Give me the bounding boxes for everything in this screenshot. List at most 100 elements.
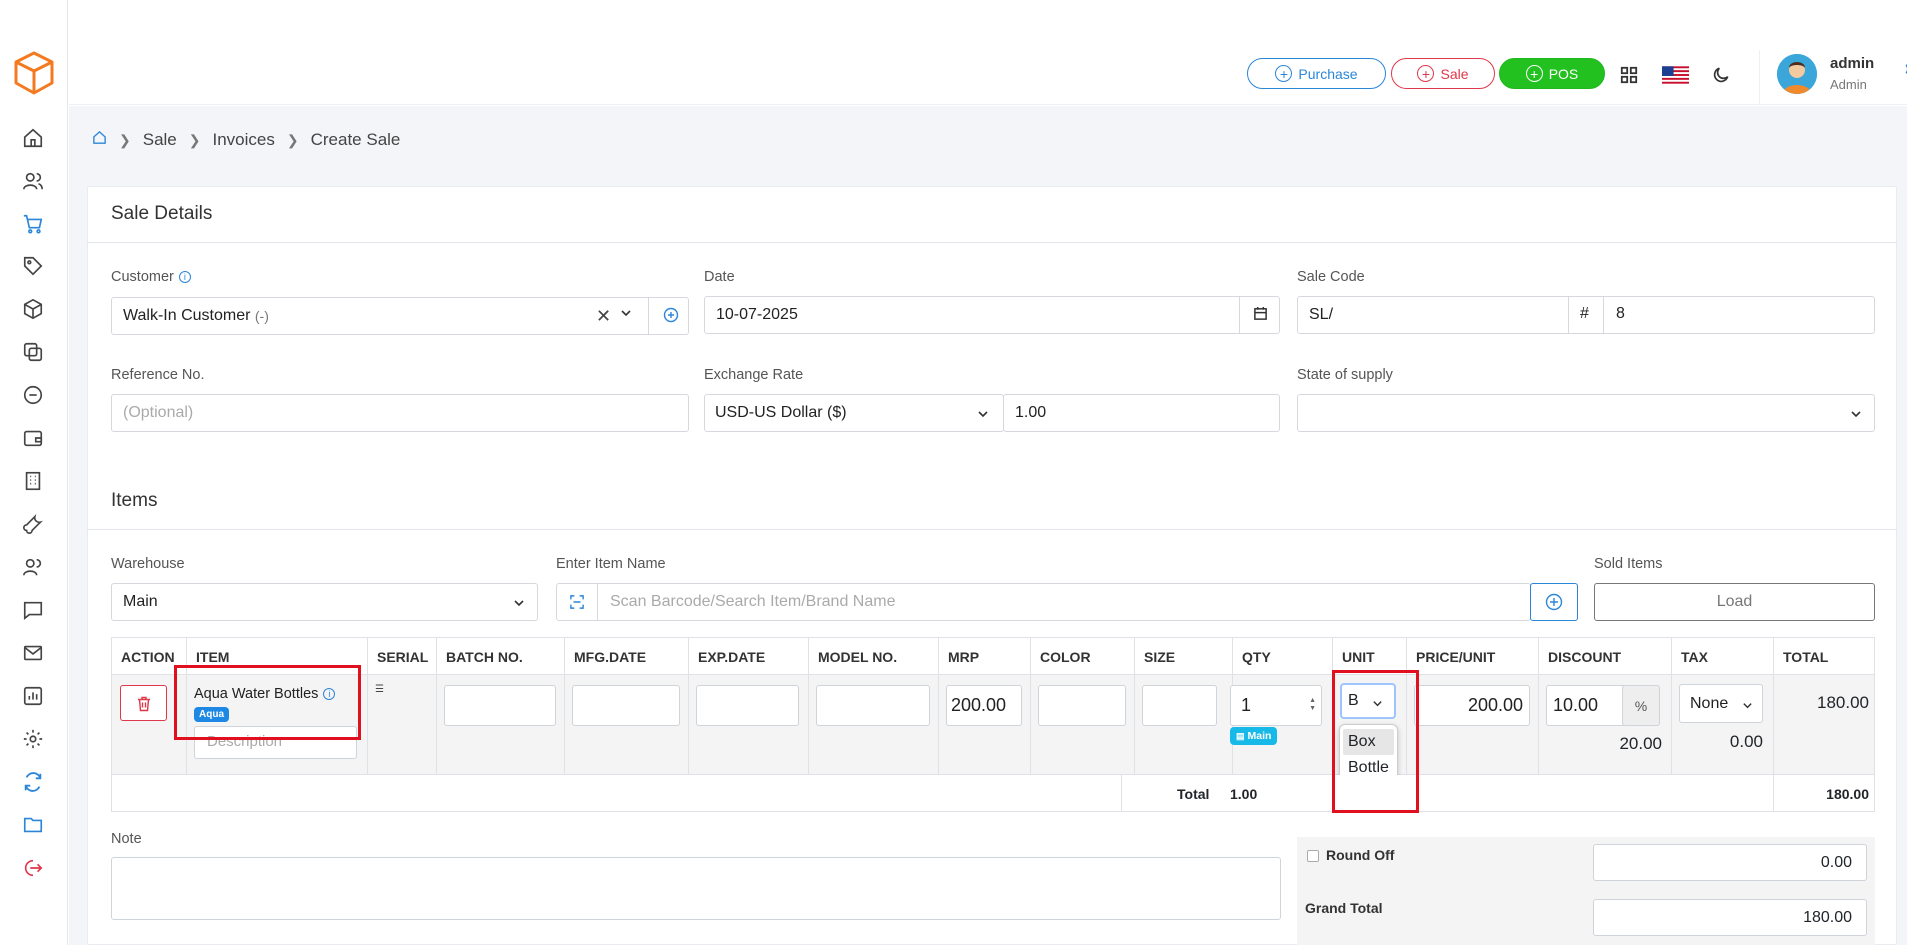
round-off-checkbox[interactable] [1307,850,1319,862]
cart-icon[interactable] [20,211,46,237]
folder-icon[interactable] [20,812,46,838]
col-mfg-date: MFG.DATE [564,638,688,676]
user-menu[interactable]: admin Admin [1759,50,1907,105]
load-button[interactable]: Load [1594,583,1875,621]
model-no-input[interactable] [816,685,930,726]
clear-icon[interactable]: ✕ [596,306,611,327]
discount-input[interactable]: 10.00 [1546,685,1633,726]
stepper-icon[interactable]: ▲ ▼ [1309,697,1316,713]
state-of-supply-select[interactable] [1297,394,1875,432]
plus-circle-icon: + [1417,65,1435,82]
col-qty: QTY [1232,638,1342,676]
chevron-down-icon [513,596,525,614]
round-off-label: Round Off [1326,847,1395,863]
chevron-down-icon[interactable] [620,306,632,324]
reference-input[interactable]: (Optional) [111,394,689,432]
divider [938,675,939,775]
divider [648,298,649,334]
tax-amount: 0.00 [1729,732,1763,751]
sale-code-number[interactable]: 8 [1616,305,1625,323]
chevron-down-icon [1850,407,1862,425]
sale-button[interactable]: + Sale [1391,58,1495,89]
customer-label: Customer i [111,269,191,285]
apps-grid-icon[interactable] [1618,64,1640,86]
exp-date-input[interactable] [696,685,799,726]
exchange-rate-input[interactable]: 1.00 [1003,394,1280,432]
barcode-scan-icon[interactable] [557,584,598,620]
breadcrumb-sale[interactable]: Sale [143,130,177,150]
wrench-icon[interactable] [20,511,46,537]
stock-icon: ▤ [1236,730,1245,741]
sync-icon[interactable] [20,769,46,795]
home-icon[interactable] [92,130,107,150]
batch-no-input[interactable] [444,685,556,726]
hash-label: # [1580,305,1589,322]
home-icon[interactable] [20,125,46,151]
dark-mode-moon-icon[interactable] [1710,64,1732,86]
user-role: Admin [1830,77,1867,92]
pos-button[interactable]: + POS [1499,58,1605,89]
qty-input[interactable]: 1 ▲ ▼ [1230,685,1322,726]
tax-select[interactable]: None [1679,684,1763,723]
divider [367,675,368,775]
color-input[interactable] [1038,685,1126,726]
warehouse-label: Warehouse [111,556,185,572]
col-color: COLOR [1030,638,1134,676]
discount-type-button[interactable]: % [1622,685,1660,726]
delete-row-button[interactable] [120,685,167,721]
size-input[interactable] [1142,685,1217,726]
item-search-input[interactable]: Scan Barcode/Search Item/Brand Name [556,583,1531,621]
mail-icon[interactable] [20,640,46,666]
report-icon[interactable] [20,683,46,709]
trash-icon [137,696,150,711]
purchase-button[interactable]: + Purchase [1247,58,1386,89]
item-highlight-box [174,665,361,740]
sidebar [0,0,68,945]
date-field[interactable]: 10-07-2025 [704,296,1280,334]
col-batch: BATCH NO. [436,638,564,676]
sale-details-title: Sale Details [111,203,213,224]
add-customer-icon[interactable] [663,307,679,328]
divider [436,675,437,775]
row-total: 180.00 [1817,693,1869,712]
divider [1134,675,1135,775]
wallet-icon[interactable] [20,425,46,451]
grand-total-input: 180.00 [1593,899,1867,936]
logout-icon[interactable] [20,855,46,881]
currency-select[interactable]: USD-US Dollar ($) [704,394,1004,432]
round-off-input[interactable]: 0.00 [1593,844,1867,881]
divider [1568,297,1569,333]
divider [1603,297,1604,333]
reference-label: Reference No. [111,367,205,383]
mrp-input[interactable]: 200.00 [946,685,1022,726]
team-icon[interactable] [20,554,46,580]
minus-circle-icon[interactable] [20,382,46,408]
app-logo-icon[interactable] [11,50,57,96]
mfg-date-input[interactable] [572,685,680,726]
col-serial: SERIAL [367,638,436,676]
note-label: Note [111,831,142,847]
sale-code-label: Sale Code [1297,269,1365,285]
items-title: Items [111,490,158,511]
us-flag-icon[interactable] [1661,64,1689,86]
note-textarea[interactable] [111,857,1281,920]
copy-icon[interactable] [20,339,46,365]
sale-code-field[interactable]: SL/ # 8 [1297,296,1875,334]
users-icon[interactable] [20,168,46,194]
breadcrumb-invoices[interactable]: Invoices [213,130,275,150]
settings-icon[interactable] [20,726,46,752]
building-icon[interactable] [20,468,46,494]
warehouse-badge: ▤ Main [1230,727,1278,745]
divider [1538,675,1539,775]
box-icon[interactable] [20,296,46,322]
items-total-row: Total 1.00 180.00 [111,775,1875,812]
warehouse-select[interactable]: Main [111,583,538,621]
top-header: + Purchase + Sale + POS admin Admin [69,50,1907,105]
serial-list-icon[interactable]: ☰ [375,684,384,695]
customer-select[interactable]: Walk-In Customer (-) ✕ [111,297,689,335]
chat-icon[interactable] [20,597,46,623]
add-item-button[interactable] [1530,583,1578,621]
tag-icon[interactable] [20,253,46,279]
price-unit-input[interactable]: 200.00 [1414,685,1530,726]
calendar-icon[interactable] [1253,306,1268,326]
